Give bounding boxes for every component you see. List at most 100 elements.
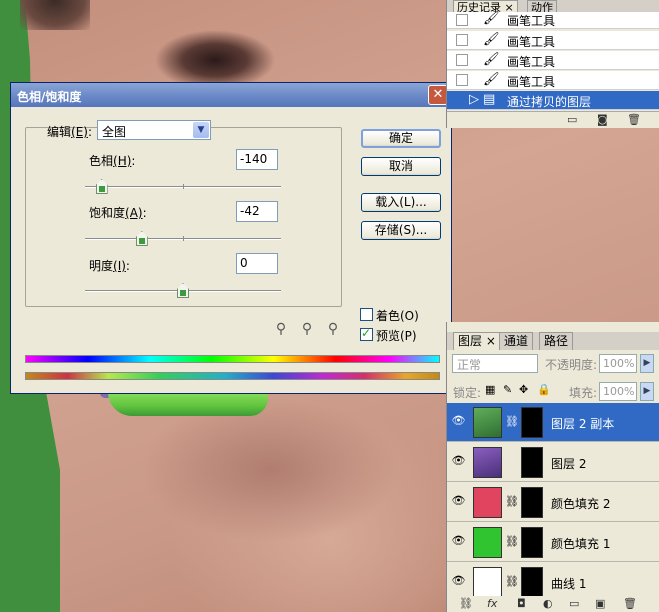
history-footer: ▭ ◙ 🗑: [447, 111, 659, 128]
layers-tabstrip: 图层 × 通道 路径: [447, 332, 659, 350]
edit-channel-value: 全图: [102, 125, 127, 139]
saturation-slider-center-tick: [183, 236, 184, 241]
history-item[interactable]: 🖌 画笔工具: [447, 51, 659, 70]
history-item-label: 画笔工具: [507, 55, 556, 69]
saturation-input[interactable]: -42: [236, 201, 278, 222]
visibility-eye-icon[interactable]: 👁: [450, 414, 467, 430]
layer-thumbnail: [473, 447, 502, 478]
edit-label: 编辑(E):: [47, 125, 93, 139]
layer-name[interactable]: 图层 2: [551, 455, 586, 472]
link-chain-icon[interactable]: ⛓: [505, 535, 519, 548]
preview-checkbox[interactable]: [360, 326, 373, 341]
edit-channel-select[interactable]: 全图 ▼: [97, 120, 211, 140]
lock-transparent-icon[interactable]: ▦: [485, 383, 495, 396]
output-color-spectrum: [25, 372, 440, 380]
saturation-label: 饱和度(A):: [89, 206, 147, 220]
layer-mask-thumbnail: [521, 567, 543, 598]
link-layers-icon[interactable]: ⛓: [459, 597, 473, 610]
layer-mask-thumbnail: [521, 527, 543, 558]
visibility-eye-icon[interactable]: 👁: [450, 494, 467, 510]
ok-button[interactable]: 确定: [361, 129, 441, 148]
hue-slider-center-tick: [183, 184, 184, 189]
brush-icon: 🖌: [483, 32, 500, 47]
hue-label: 色相(H):: [89, 154, 136, 168]
snapshot-checkbox[interactable]: [456, 54, 468, 66]
layer-name[interactable]: 图层 2 副本: [551, 415, 614, 432]
link-chain-icon[interactable]: ⛓: [505, 415, 519, 428]
eyedropper-icon[interactable]: ⚲: [272, 321, 290, 339]
layers-panel: 图层 × 通道 路径 正常 不透明度: 100% ▶ 锁定: ▦ ✎ ✥ 🔒 填…: [446, 322, 659, 612]
layer-mask-thumbnail: [521, 487, 543, 518]
new-document-from-state-icon[interactable]: ▭: [567, 113, 577, 126]
tab-layers[interactable]: 图层 ×: [453, 332, 501, 350]
layer-name[interactable]: 颜色填充 1: [551, 535, 610, 552]
input-color-spectrum: [25, 355, 440, 363]
colorize-checkbox[interactable]: [360, 308, 373, 321]
lock-move-icon[interactable]: ✥: [519, 383, 528, 396]
lightness-input[interactable]: 0: [236, 253, 278, 274]
visibility-eye-icon[interactable]: 👁: [450, 534, 467, 550]
layer-style-fx-icon[interactable]: fx: [487, 597, 497, 610]
snapshot-checkbox[interactable]: [456, 34, 468, 46]
link-chain-icon[interactable]: ⛓: [505, 495, 519, 508]
layer-thumbnail: [473, 527, 502, 558]
close-icon: ✕: [432, 87, 444, 102]
opacity-input[interactable]: 100%: [599, 354, 637, 373]
dialog-title: 色相/饱和度: [17, 90, 82, 104]
hue-input[interactable]: -140: [236, 149, 278, 170]
visibility-eye-icon[interactable]: 👁: [450, 454, 467, 470]
adjustment-layer-icon[interactable]: ◐: [543, 597, 553, 610]
hair-region: [20, 0, 90, 30]
history-item-label: 画笔工具: [507, 75, 556, 89]
brush-icon: 🖌: [483, 52, 500, 67]
new-layer-icon[interactable]: ▣: [595, 597, 605, 610]
brush-icon: 🖌: [483, 11, 500, 26]
layer-row-selected[interactable]: 👁 ⛓ 图层 2 副本: [447, 403, 659, 442]
layer-row[interactable]: 👁 ⛓ 颜色填充 1: [447, 523, 659, 562]
layer-row[interactable]: 👁 ⛓ 颜色填充 2: [447, 483, 659, 522]
layer-name[interactable]: 颜色填充 2: [551, 495, 610, 512]
layers-footer: ⛓ fx ◘ ◐ ▭ ▣ 🗑: [447, 596, 659, 612]
colorize-label: 着色(O): [376, 309, 419, 323]
history-item[interactable]: 🖌 画笔工具: [447, 71, 659, 90]
load-button[interactable]: 载入(L)...: [361, 193, 441, 212]
snapshot-checkbox[interactable]: [456, 74, 468, 86]
eyedropper-plus-icon[interactable]: ⚲: [298, 321, 316, 339]
lock-paint-icon[interactable]: ✎: [503, 383, 512, 396]
chevron-down-icon: ▼: [193, 122, 209, 138]
snapshot-camera-icon[interactable]: ◙: [597, 113, 608, 126]
curves-thumbnail-icon: [473, 567, 502, 598]
link-chain-icon[interactable]: ⛓: [505, 575, 519, 588]
blend-mode-select[interactable]: 正常: [452, 354, 538, 373]
trash-icon[interactable]: 🗑: [627, 113, 641, 126]
history-item-selected[interactable]: ▷ ▤ 通过拷贝的图层: [447, 91, 659, 110]
close-button[interactable]: ✕: [428, 85, 448, 105]
chevron-right-icon[interactable]: ▶: [640, 354, 654, 373]
save-button[interactable]: 存储(S)...: [361, 221, 441, 240]
tab-paths[interactable]: 路径: [539, 332, 574, 350]
history-item-label: 画笔工具: [507, 35, 556, 49]
eyedropper-minus-icon[interactable]: ⚲: [324, 321, 342, 339]
layer-row[interactable]: 👁 图层 2: [447, 443, 659, 482]
history-item[interactable]: 🖌 画笔工具: [447, 31, 659, 50]
chevron-right-icon[interactable]: ▶: [640, 382, 654, 401]
preview-label: 预览(P): [376, 329, 417, 343]
dialog-titlebar[interactable]: 色相/饱和度 ✕: [11, 83, 451, 107]
history-item[interactable]: 🖌 画笔工具: [447, 11, 659, 29]
lock-all-icon[interactable]: 🔒: [537, 383, 551, 396]
history-panel: 历史记录 × 动作 🖌 画笔工具 🖌 画笔工具 🖌 画笔工具 🖌 画笔工具 ▷ …: [446, 0, 659, 128]
fill-input[interactable]: 100%: [599, 382, 637, 401]
layer-copy-icon: ▤: [483, 92, 496, 107]
lock-label: 锁定:: [453, 386, 482, 400]
layer-name[interactable]: 曲线 1: [551, 575, 586, 592]
snapshot-checkbox[interactable]: [456, 14, 468, 26]
lip-green-region: [108, 392, 268, 416]
tab-channels[interactable]: 通道: [499, 332, 534, 350]
visibility-eye-icon[interactable]: 👁: [450, 574, 467, 590]
history-item-label: 画笔工具: [507, 14, 556, 28]
add-mask-icon[interactable]: ◘: [517, 597, 526, 610]
new-group-folder-icon[interactable]: ▭: [569, 597, 579, 610]
cancel-button[interactable]: 取消: [361, 157, 441, 176]
close-icon[interactable]: ×: [486, 334, 496, 348]
trash-icon[interactable]: 🗑: [623, 597, 637, 610]
